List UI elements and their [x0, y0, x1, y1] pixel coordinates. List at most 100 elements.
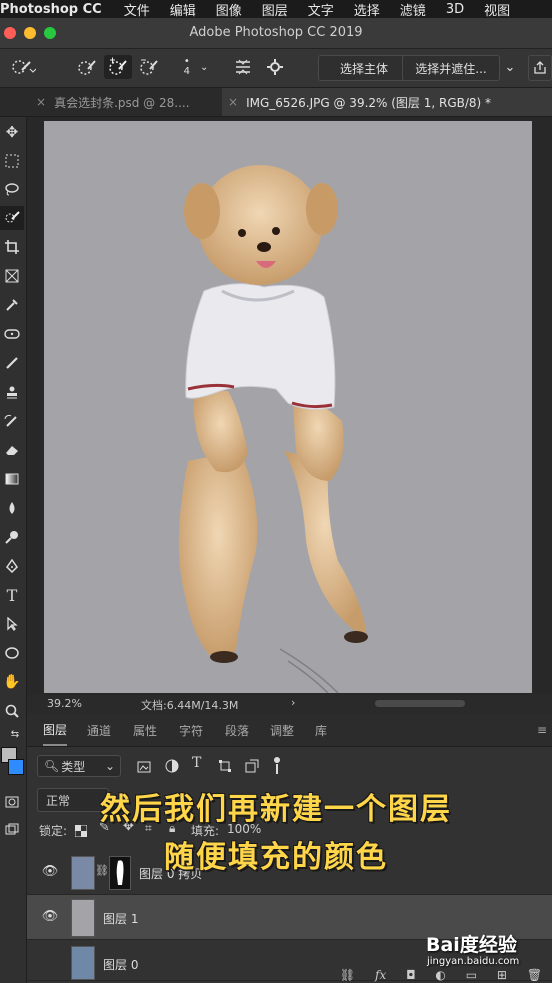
- pen-tool[interactable]: [0, 554, 24, 578]
- hand-tool[interactable]: ✋: [0, 670, 24, 694]
- frame-icon: [5, 269, 19, 283]
- new-group-icon[interactable]: ▭: [466, 968, 477, 982]
- dodge-icon: [5, 531, 18, 544]
- link-layers-icon[interactable]: ⛓︎: [340, 968, 355, 982]
- menu-3d[interactable]: 3D: [446, 2, 464, 17]
- eraser-tool[interactable]: [0, 438, 24, 462]
- document-canvas[interactable]: [44, 121, 532, 694]
- menu-filter[interactable]: 滤镜: [400, 0, 426, 19]
- crop-icon: [5, 240, 19, 254]
- new-adjustment-icon[interactable]: ◐: [435, 968, 445, 982]
- lasso-tool[interactable]: [0, 177, 24, 201]
- window-title: Adobe Photoshop CC 2019: [189, 25, 363, 40]
- tab-libraries[interactable]: 库: [315, 714, 327, 746]
- move-tool[interactable]: ✥: [0, 120, 24, 144]
- shape-tool[interactable]: [0, 641, 24, 665]
- menu-type[interactable]: 文字: [308, 0, 334, 19]
- type-tool[interactable]: T: [0, 583, 24, 607]
- tab-character[interactable]: 字符: [179, 714, 203, 746]
- tab-layers[interactable]: 图层: [43, 714, 68, 746]
- sample-all-layers-button[interactable]: [232, 55, 254, 79]
- healing-brush-tool[interactable]: [0, 322, 24, 346]
- watermark-url: jingyan.baidu.com: [427, 956, 520, 967]
- adjustment-filter-icon[interactable]: [165, 758, 179, 777]
- pixel-filter-icon[interactable]: [137, 758, 151, 777]
- crop-tool[interactable]: [0, 235, 24, 259]
- blur-tool[interactable]: [0, 496, 24, 520]
- dodge-tool[interactable]: [0, 525, 24, 549]
- horizontal-scrollbar[interactable]: [375, 700, 465, 707]
- eraser-icon: [6, 446, 18, 455]
- zoom-level[interactable]: 39.2%: [47, 697, 82, 710]
- search-icon: 🔍︎: [44, 759, 60, 773]
- gradient-icon: [5, 473, 19, 485]
- tab-document-1[interactable]: × 真会选封条.psd @ 28....: [36, 88, 216, 116]
- filter-toggle-icon[interactable]: [273, 755, 281, 779]
- eyedropper-tool[interactable]: [0, 293, 24, 317]
- auto-enhance-button[interactable]: [264, 55, 286, 79]
- panel-menu-icon[interactable]: ≡: [537, 714, 547, 746]
- chevron-down-icon: ⌄: [104, 759, 115, 773]
- frame-tool[interactable]: [0, 264, 24, 288]
- add-to-selection-button[interactable]: [104, 55, 132, 79]
- menu-view[interactable]: 视图: [484, 0, 510, 19]
- swap-colors-icon[interactable]: ⇆: [6, 726, 24, 742]
- hand-icon: ✋: [3, 674, 21, 690]
- magnifier-icon: [5, 704, 19, 718]
- close-icon[interactable]: ×: [228, 95, 238, 109]
- pen-icon: [6, 559, 18, 573]
- brush-tool[interactable]: [0, 351, 24, 375]
- share-icon[interactable]: [528, 55, 552, 81]
- new-layer-icon[interactable]: ⊞: [497, 968, 507, 982]
- tab-properties[interactable]: 属性: [133, 714, 157, 746]
- app-menu[interactable]: Photoshop CC: [0, 2, 102, 17]
- filter-kind-select[interactable]: 🔍︎ 类型 ⌄: [37, 755, 121, 777]
- quick-selection-preset-icon: [12, 60, 36, 74]
- shape-filter-icon[interactable]: [218, 758, 232, 777]
- drop-icon: [9, 502, 15, 514]
- subtitle-line-2: 随便填充的颜色: [164, 840, 388, 875]
- marquee-tool[interactable]: [0, 149, 24, 173]
- background-color-swatch[interactable]: [8, 759, 24, 775]
- menu-layer[interactable]: 图层: [262, 0, 288, 19]
- trash-icon[interactable]: 🗑︎: [527, 968, 542, 982]
- marquee-icon: [5, 154, 19, 168]
- menu-select[interactable]: 选择: [354, 0, 380, 19]
- visibility-eye-icon[interactable]: 👁︎: [41, 909, 59, 924]
- fx-icon[interactable]: fx: [375, 968, 386, 982]
- zoom-tool[interactable]: [0, 699, 24, 723]
- path-selection-tool[interactable]: [0, 612, 24, 636]
- tab-document-2[interactable]: × IMG_6526.JPG @ 39.2% (图层 1, RGB/8) *: [222, 88, 552, 116]
- tab-label: 真会选封条.psd @ 28....: [54, 95, 190, 110]
- options-overflow-icon[interactable]: ⌄: [500, 55, 520, 79]
- add-mask-icon[interactable]: ◘: [406, 968, 416, 982]
- tool-preset-picker[interactable]: [8, 55, 38, 79]
- quick-selection-icon: [5, 211, 20, 223]
- smart-object-filter-icon[interactable]: [245, 758, 259, 777]
- menu-file[interactable]: 文件: [124, 0, 150, 19]
- type-filter-icon[interactable]: T: [192, 755, 201, 771]
- status-bar: 39.2% 文档:6.44M/14.3M ›: [27, 695, 552, 713]
- close-icon[interactable]: ×: [36, 95, 46, 109]
- menu-edit[interactable]: 编辑: [170, 0, 196, 19]
- select-subject-button[interactable]: 选择主体: [318, 55, 410, 81]
- gradient-tool[interactable]: [0, 467, 24, 491]
- filter-kind-value: 类型: [61, 759, 86, 774]
- tab-adjustments[interactable]: 调整: [270, 714, 294, 746]
- layer-name: 图层 1: [103, 912, 139, 926]
- upload-icon: [534, 61, 546, 74]
- tab-paragraph[interactable]: 段落: [225, 714, 249, 746]
- quick-selection-tool[interactable]: [0, 206, 24, 230]
- select-and-mask-button[interactable]: 选择并遮住...: [402, 55, 500, 81]
- arrow-pointer-icon: [7, 617, 18, 631]
- tab-channels[interactable]: 通道: [87, 714, 111, 746]
- history-brush-tool[interactable]: [0, 409, 24, 433]
- clone-stamp-tool[interactable]: [0, 380, 24, 404]
- chevron-down-icon: ⌄: [199, 61, 209, 73]
- new-selection-button[interactable]: [74, 55, 100, 79]
- status-menu-arrow-icon[interactable]: ›: [291, 696, 295, 709]
- subtract-from-selection-button[interactable]: [136, 55, 162, 79]
- brush-subtract-icon: [140, 59, 158, 75]
- menu-image[interactable]: 图像: [216, 0, 242, 19]
- brush-size-picker[interactable]: • 4 ⌄: [176, 55, 216, 79]
